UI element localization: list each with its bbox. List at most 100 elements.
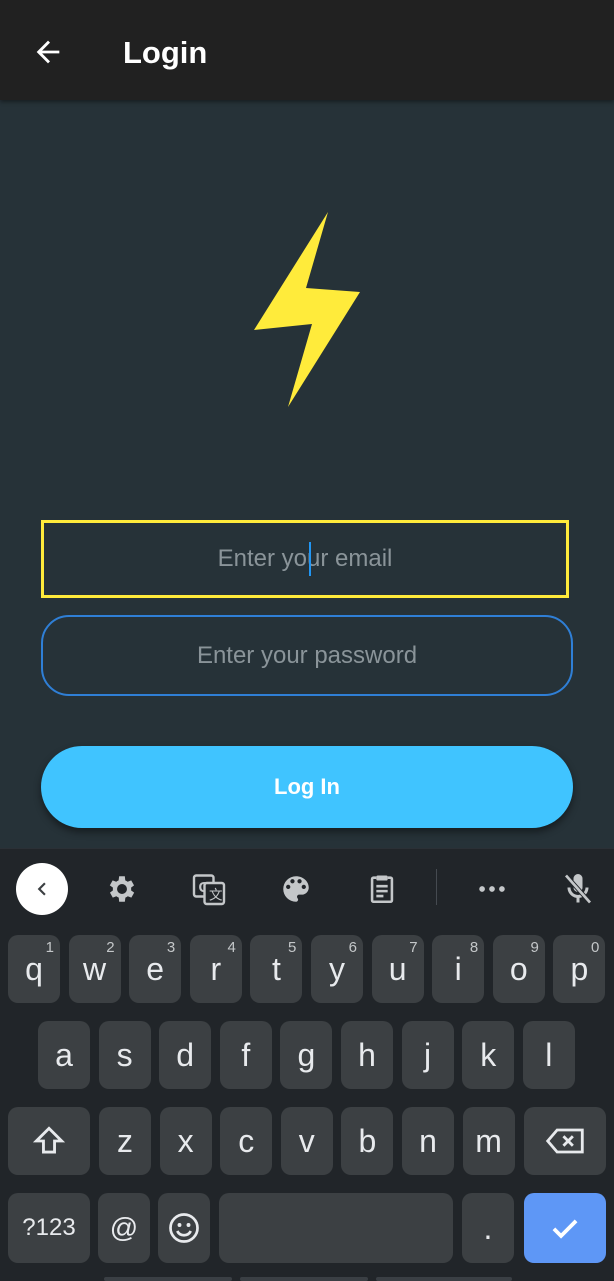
key-label: a (55, 1036, 73, 1073)
key-label: p (570, 950, 589, 987)
key-label: j (424, 1036, 432, 1073)
done-key[interactable] (524, 1193, 606, 1263)
key-k[interactable]: k (462, 1021, 515, 1089)
key-hint: 5 (288, 939, 297, 956)
key-v[interactable]: v (280, 1107, 333, 1175)
key-u[interactable]: u7 (371, 935, 424, 1003)
email-placeholder: Enter your email (218, 542, 392, 576)
key-label: o (509, 950, 528, 987)
key-label: v (298, 1122, 315, 1159)
gear-icon (109, 876, 135, 902)
key-label: t (271, 950, 281, 987)
key-f[interactable]: f (219, 1021, 272, 1089)
keyboard-translate-button[interactable]: G 文 (183, 863, 235, 915)
key-hint: 1 (45, 939, 54, 956)
toolbar-divider (436, 869, 437, 905)
key-c[interactable]: c (220, 1107, 273, 1175)
palette-icon (283, 876, 309, 902)
keyboard-clipboard-button[interactable] (356, 863, 408, 915)
key-n[interactable]: n (402, 1107, 454, 1175)
clipboard-icon (370, 875, 394, 904)
key-label: q (25, 950, 43, 987)
key-label: s (116, 1036, 133, 1073)
key-label: d (176, 1036, 195, 1073)
key-label: l (545, 1036, 553, 1073)
key-q[interactable]: q1 (8, 935, 60, 1003)
key-p[interactable]: p0 (553, 935, 606, 1003)
emoji-icon (169, 1213, 199, 1243)
key-d[interactable]: d (159, 1021, 212, 1089)
key-label: f (241, 1036, 251, 1073)
key-b[interactable]: b (341, 1107, 394, 1175)
email-field[interactable]: Enter your email (41, 520, 569, 598)
svg-text:文: 文 (209, 888, 223, 903)
key-w[interactable]: w2 (68, 935, 121, 1003)
key-e[interactable]: e3 (129, 935, 182, 1003)
key-label: z (117, 1122, 133, 1159)
key-hint: 3 (166, 939, 176, 956)
key-label: w (83, 950, 107, 987)
password-field[interactable]: Enter your password (41, 615, 573, 696)
key-label: y (329, 950, 345, 987)
password-placeholder: Enter your password (196, 641, 418, 669)
key-label: r (210, 950, 222, 987)
key-t[interactable]: t5 (250, 935, 303, 1003)
key-label: e (146, 950, 165, 987)
space-key[interactable] (219, 1193, 453, 1263)
key-label: g (297, 1036, 316, 1073)
key-hint: 2 (106, 939, 115, 956)
keyboard-more-button[interactable] (466, 863, 518, 915)
more-horizontal-icon (479, 886, 505, 892)
key-label: h (358, 1036, 376, 1073)
mic-off-icon (564, 874, 592, 904)
key-z[interactable]: z (99, 1107, 151, 1175)
key-x[interactable]: x (159, 1107, 212, 1175)
key-m[interactable]: m (462, 1107, 515, 1175)
key-hint: 6 (348, 939, 357, 956)
back-button[interactable] (26, 30, 70, 74)
lightning-bolt-icon (254, 212, 360, 407)
key-label: c (238, 1122, 255, 1159)
backspace-icon (545, 1128, 584, 1154)
emoji-key[interactable] (158, 1193, 210, 1263)
keyboard-collapse-button[interactable] (16, 863, 68, 915)
key-l[interactable]: l (522, 1021, 575, 1089)
key-label: m (475, 1122, 502, 1159)
key-hint: 8 (469, 939, 479, 956)
page-title: Login (123, 35, 208, 70)
keyboard-settings-button[interactable] (96, 863, 148, 915)
nav-pill (240, 1277, 368, 1281)
key-i[interactable]: i8 (432, 935, 485, 1003)
key-label: k (480, 1036, 497, 1073)
key-label: b (358, 1122, 377, 1159)
key-hint: 7 (409, 939, 418, 956)
key-label: i (454, 950, 462, 987)
key-a[interactable]: a (38, 1021, 90, 1089)
checkmark-icon (552, 1219, 578, 1239)
key-label: u (388, 950, 407, 987)
key-j[interactable]: j (401, 1021, 454, 1089)
keyboard-theme-button[interactable] (270, 863, 322, 915)
backspace-key[interactable] (524, 1107, 606, 1175)
key-label: x (177, 1122, 194, 1159)
keyboard-mic-button[interactable] (552, 863, 604, 915)
shift-key[interactable] (8, 1107, 90, 1175)
login-button[interactable]: Log In (41, 746, 573, 828)
key-label: n (419, 1122, 437, 1159)
period-key[interactable]: . (462, 1193, 514, 1263)
shift-icon (32, 1126, 66, 1154)
at-key[interactable]: @ (98, 1193, 150, 1263)
key-hint: 0 (591, 939, 600, 956)
key-o[interactable]: o9 (492, 935, 545, 1003)
key-g[interactable]: g (280, 1021, 333, 1089)
arrow-left-icon (36, 40, 60, 64)
key-s[interactable]: s (98, 1021, 151, 1089)
key-h[interactable]: h (341, 1021, 393, 1089)
soft-keyboard: G 文 (0, 848, 614, 1281)
key-r[interactable]: r4 (189, 935, 242, 1003)
key-hint: 9 (530, 939, 539, 956)
chevron-left-icon (37, 882, 46, 896)
nav-pill (104, 1277, 232, 1281)
key-y[interactable]: y6 (311, 935, 363, 1003)
symbols-key[interactable]: ?123 (8, 1193, 90, 1263)
